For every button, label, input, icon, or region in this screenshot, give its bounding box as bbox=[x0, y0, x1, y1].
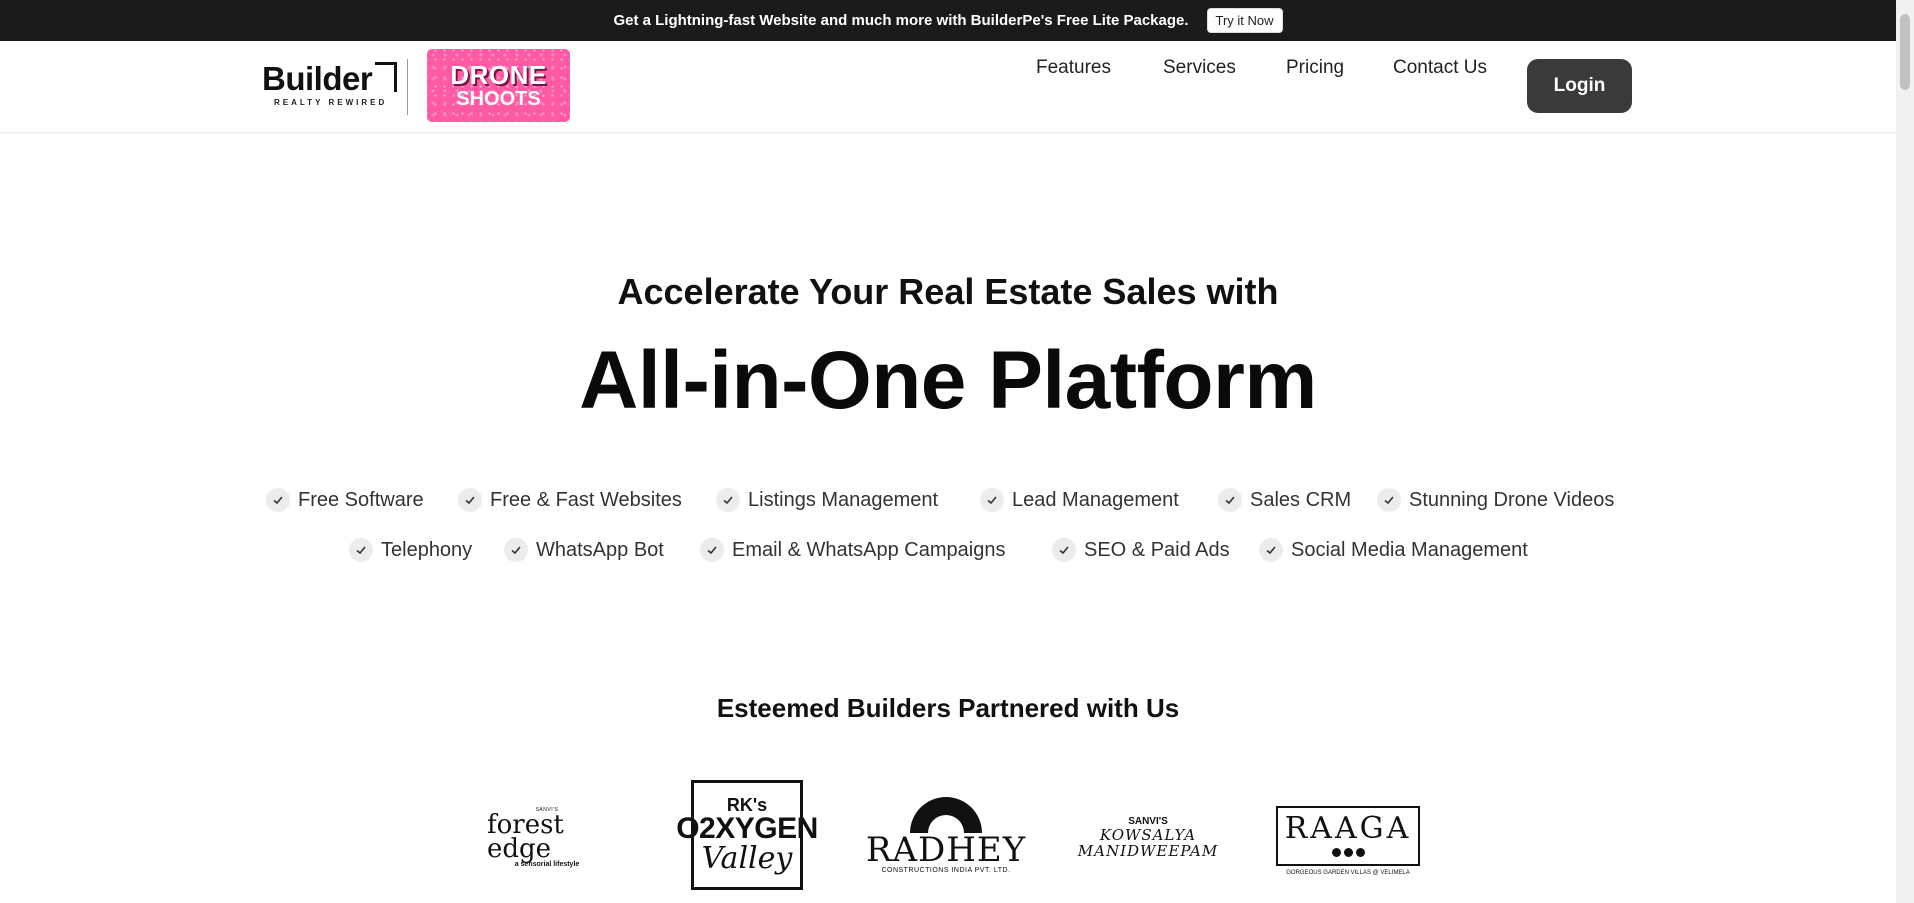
check-icon bbox=[700, 538, 724, 562]
drone-shoots-badge[interactable]: DRONE SHOOTS bbox=[427, 49, 570, 122]
feature-item: Stunning Drone Videos bbox=[1377, 488, 1614, 512]
feature-item: WhatsApp Bot bbox=[504, 538, 664, 562]
logo-text: Builder bbox=[262, 60, 373, 97]
feature-label: WhatsApp Bot bbox=[536, 538, 664, 561]
forest-edge-logo: SANVI'S forest edge a sensorial lifestyl… bbox=[487, 807, 607, 868]
raaga-logo: RAAGA GORGEOUS GARDEN VILLAS @ VELIMELA bbox=[1276, 806, 1420, 876]
check-icon bbox=[1052, 538, 1076, 562]
logo-mark-icon bbox=[375, 62, 398, 92]
feature-label: Social Media Management bbox=[1291, 538, 1528, 561]
oxygen-valley-logo: RK's O2XYGEN Valley bbox=[676, 780, 818, 890]
feature-item: Free & Fast Websites bbox=[458, 488, 682, 512]
announcement-bar: Get a Lightning-fast Website and much mo… bbox=[0, 0, 1896, 41]
raaga-name: RAAGA bbox=[1284, 811, 1412, 846]
feature-label: Free Software bbox=[298, 488, 424, 511]
try-it-now-button[interactable]: Try it Now bbox=[1206, 8, 1283, 33]
forest-edge-sub: a sensorial lifestyle bbox=[514, 860, 580, 868]
check-icon bbox=[980, 488, 1004, 512]
hero-title: All-in-One Platform bbox=[579, 335, 1317, 426]
check-icon bbox=[1377, 488, 1401, 512]
radhey-name: RADHEY bbox=[865, 829, 1027, 870]
feature-label: Telephony bbox=[381, 538, 473, 561]
nav-contact-us[interactable]: Contact Us bbox=[1393, 57, 1487, 79]
nav-services[interactable]: Services bbox=[1163, 57, 1236, 79]
partners-title: Esteemed Builders Partnered with Us bbox=[716, 693, 1180, 723]
check-icon bbox=[266, 488, 290, 512]
announcement-text: Get a Lightning-fast Website and much mo… bbox=[613, 12, 1189, 29]
drone-badge-line2: SHOOTS bbox=[456, 87, 541, 110]
feature-item: Free Software bbox=[266, 488, 424, 512]
radhey-sub: CONSTRUCTIONS INDIA PVT. LTD. bbox=[881, 866, 1011, 874]
feature-label: SEO & Paid Ads bbox=[1084, 538, 1230, 561]
radhey-logo: RADHEY CONSTRUCTIONS INDIA PVT. LTD. bbox=[866, 790, 1025, 880]
raaga-dots-icon bbox=[1331, 848, 1365, 857]
page-scrollbar[interactable] bbox=[1896, 0, 1914, 903]
raaga-sub: GORGEOUS GARDEN VILLAS @ VELIMELA bbox=[1286, 870, 1410, 876]
kowsalya-logo: SANVI'S KOWSALYA MANIDWEEPAM bbox=[1078, 810, 1218, 866]
hero-subtitle: Accelerate Your Real Estate Sales with bbox=[617, 271, 1279, 312]
check-icon bbox=[458, 488, 482, 512]
feature-label: Email & WhatsApp Campaigns bbox=[732, 538, 1006, 561]
check-icon bbox=[349, 538, 373, 562]
check-icon bbox=[504, 538, 528, 562]
kowsalya-line1: KOWSALYA bbox=[1099, 826, 1197, 844]
check-icon bbox=[1259, 538, 1283, 562]
kowsalya-line2: MANIDWEEPAM bbox=[1077, 842, 1219, 860]
nav-pricing[interactable]: Pricing bbox=[1286, 57, 1344, 79]
feature-item: Email & WhatsApp Campaigns bbox=[700, 538, 1005, 562]
check-icon bbox=[1218, 488, 1242, 512]
nav-features[interactable]: Features bbox=[1036, 57, 1111, 79]
check-icon bbox=[716, 488, 740, 512]
feature-item: Sales CRM bbox=[1218, 488, 1351, 512]
feature-label: Listings Management bbox=[748, 488, 939, 511]
oxygen-valley-bottom: Valley bbox=[701, 841, 793, 876]
logo-tagline: REALTY REWIRED bbox=[274, 98, 388, 107]
feature-item: Social Media Management bbox=[1259, 538, 1528, 562]
feature-label: Stunning Drone Videos bbox=[1409, 488, 1615, 511]
builderpe-logo[interactable]: Builder REALTY REWIRED bbox=[262, 61, 412, 111]
oxygen-valley-main: O2XYGEN bbox=[676, 812, 818, 845]
feature-item: Lead Management bbox=[980, 488, 1179, 512]
drone-badge-line1: DRONE bbox=[450, 59, 547, 90]
logo-divider bbox=[407, 59, 408, 115]
feature-item: Listings Management bbox=[716, 488, 938, 512]
feature-label: Lead Management bbox=[1012, 488, 1179, 511]
feature-item: Telephony bbox=[349, 538, 472, 562]
feature-item: SEO & Paid Ads bbox=[1052, 538, 1230, 562]
site-header: Builder REALTY REWIRED DRONE SHOOTS Feat… bbox=[0, 41, 1896, 133]
forest-edge-name: forest edge bbox=[487, 809, 564, 864]
login-button[interactable]: Login bbox=[1527, 59, 1632, 113]
feature-label: Sales CRM bbox=[1250, 488, 1352, 511]
scrollbar-thumb[interactable] bbox=[1900, 14, 1910, 90]
feature-label: Free & Fast Websites bbox=[490, 488, 682, 511]
radhey-arc-icon bbox=[910, 796, 982, 833]
